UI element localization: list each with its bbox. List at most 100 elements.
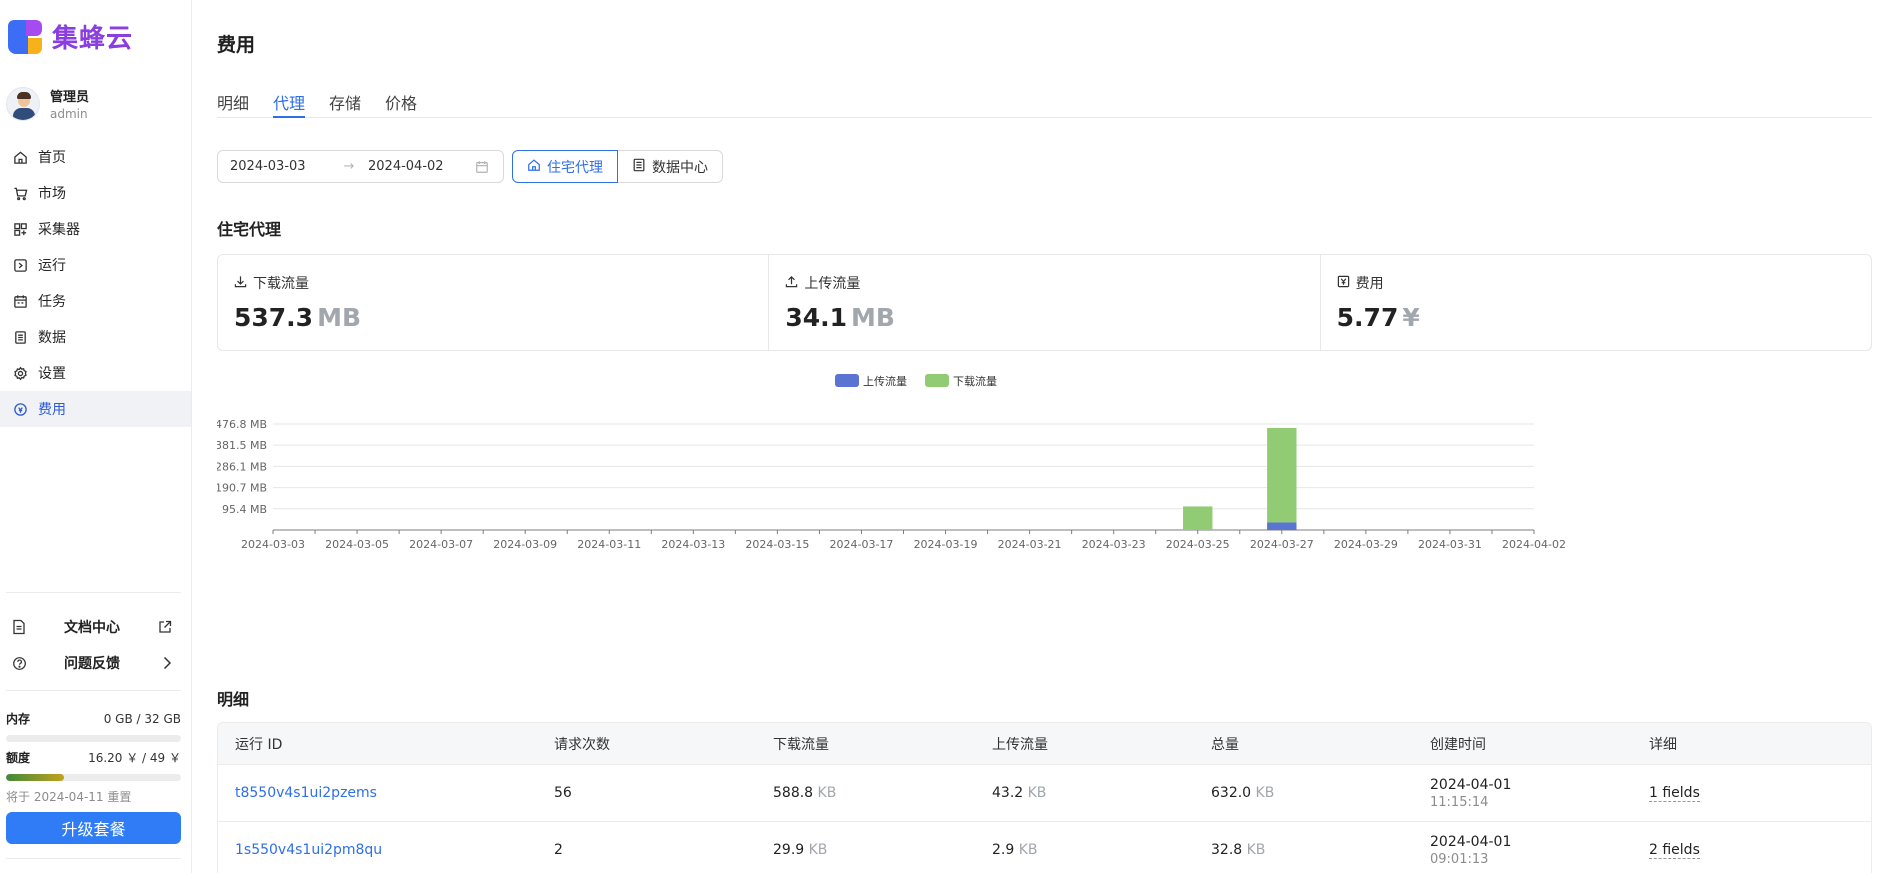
cart-icon <box>12 185 28 201</box>
memory-quota: 内存 0 GB / 32 GB <box>6 710 181 742</box>
residential-proxy-button[interactable]: 住宅代理 <box>512 150 618 183</box>
sidebar-divider <box>6 592 181 593</box>
column-header-requests: 请求次数 <box>554 736 610 753</box>
sidebar-divider <box>6 858 181 859</box>
x-tick-label: 2024-03-27 <box>1250 538 1314 551</box>
sidebar-item-market[interactable]: 市场 <box>0 175 191 211</box>
stat-label: 下载流量 <box>253 276 309 292</box>
sidebar-item-home[interactable]: 首页 <box>0 139 191 175</box>
requests-cell: 2 <box>554 842 563 858</box>
sidebar-item-collector[interactable]: 采集器 <box>0 211 191 247</box>
user-name: 管理员 <box>50 90 90 105</box>
tab-details[interactable]: 明细 <box>217 90 249 118</box>
memory-label: 内存 <box>6 712 31 726</box>
end-date-input[interactable]: 2024-04-02 <box>368 159 475 174</box>
calendar-icon <box>12 293 28 309</box>
data-icon <box>12 329 28 345</box>
y-tick-label: 476.8 MB <box>217 418 267 431</box>
user-role: admin <box>50 107 88 121</box>
created-date: 2024-04-01 <box>1430 833 1512 850</box>
stat-upload: 上传流量 34.1 MB <box>769 255 1321 350</box>
x-tick-label: 2024-03-23 <box>1082 538 1146 551</box>
datacenter-button[interactable]: 数据中心 <box>618 150 723 183</box>
feedback-link[interactable]: 问题反馈 <box>12 651 172 675</box>
traffic-chart: 95.4 MB 190.7 MB 286.1 MB 381.5 MB 476.8 MB 2… <box>215 366 1872 666</box>
proxy-type-toggle: 住宅代理 数据中心 <box>512 150 723 183</box>
details-fields-link[interactable]: 1 fields <box>1649 785 1700 802</box>
column-header-total: 总量 <box>1211 736 1239 753</box>
run-id-link[interactable]: t8550v4s1ui2pzems <box>235 785 377 801</box>
stat-value: 5.77 <box>1336 303 1399 332</box>
created-date: 2024-04-01 <box>1430 776 1512 793</box>
x-tick-label: 2024-04-02 <box>1502 538 1566 551</box>
sidebar-item-settings[interactable]: 设置 <box>0 355 191 391</box>
download-cell: 29.9 KB <box>773 842 828 858</box>
tab-bar: 明细 代理 存储 价格 <box>217 90 1872 118</box>
x-tick-label: 2024-03-19 <box>914 538 978 551</box>
brand-name: 集蜂云 <box>52 24 134 54</box>
total-cell: 32.8 KB <box>1211 842 1266 858</box>
column-header-created: 创建时间 <box>1430 736 1486 753</box>
stat-value: 34.1 <box>785 303 848 332</box>
legend-label: 上传流量 <box>863 374 907 388</box>
upload-icon <box>785 275 798 292</box>
run-icon <box>12 257 28 273</box>
x-tick-label: 2024-03-03 <box>241 538 305 551</box>
brand-logo[interactable]: 集蜂云 <box>8 18 133 55</box>
x-tick-label: 2024-03-05 <box>325 538 389 551</box>
memory-value: 0 GB / 32 GB <box>103 711 181 726</box>
avatar <box>6 86 40 121</box>
x-tick-label: 2024-03-15 <box>745 538 809 551</box>
home-icon <box>527 158 541 176</box>
upload-cell: 2.9 KB <box>992 842 1038 858</box>
user-profile[interactable]: 管理员 admin <box>6 86 89 121</box>
run-id-link[interactable]: 1s550v4s1ui2pm8qu <box>235 842 382 858</box>
column-header-details: 详细 <box>1649 736 1677 753</box>
stats-panel: 下载流量 537.3 MB 上传流量 34.1 MB 费用 5.77 ¥ <box>217 254 1872 351</box>
docs-center-link[interactable]: 文档中心 <box>12 615 172 639</box>
x-tick-label: 2024-03-11 <box>577 538 641 551</box>
app-root: 集蜂云 管理员 admin 首页 市场 采集器 运行 任务 数据 设置 费用 文… <box>0 0 1888 873</box>
sidebar-nav: 首页 市场 采集器 运行 任务 数据 设置 费用 <box>0 139 191 427</box>
legend-swatch <box>925 374 949 387</box>
arrow-right-icon: → <box>343 159 355 174</box>
collector-icon <box>12 221 28 237</box>
document-icon <box>12 619 30 635</box>
tab-storage[interactable]: 存储 <box>329 90 361 118</box>
bar <box>1267 522 1297 530</box>
details-fields-link[interactable]: 2 fields <box>1649 842 1700 859</box>
credit-label: 额度 <box>6 751 31 765</box>
sidebar-item-data[interactable]: 数据 <box>0 319 191 355</box>
x-tick-label: 2024-03-07 <box>409 538 473 551</box>
legend-label: 下载流量 <box>953 374 997 388</box>
requests-cell: 56 <box>554 785 572 801</box>
table-header: 运行 ID 请求次数 下载流量 上传流量 总量 创建时间 详细 <box>218 723 1871 765</box>
credit-value: 16.20 ￥ / 49 ￥ <box>88 751 181 765</box>
chevron-right-icon <box>156 656 172 670</box>
total-cell: 632.0 KB <box>1211 785 1275 801</box>
sidebar-item-label: 任务 <box>38 294 66 310</box>
gear-icon <box>12 365 28 381</box>
external-link-icon <box>156 620 172 634</box>
stat-unit: ¥ <box>1402 303 1420 332</box>
x-tick-label: 2024-03-09 <box>493 538 557 551</box>
sidebar-item-run[interactable]: 运行 <box>0 247 191 283</box>
stat-unit: MB <box>317 303 362 332</box>
sidebar-item-fees[interactable]: 费用 <box>0 391 191 427</box>
created-cell: 2024-04-01 11:15:14 <box>1413 777 1632 810</box>
stat-fee: 费用 5.77 ¥ <box>1321 255 1871 350</box>
upgrade-plan-button[interactable]: 升级套餐 <box>6 812 181 844</box>
tab-proxy[interactable]: 代理 <box>273 90 306 118</box>
tab-pricing[interactable]: 价格 <box>385 90 417 118</box>
sidebar-item-tasks[interactable]: 任务 <box>0 283 191 319</box>
docs-center-label: 文档中心 <box>64 620 120 636</box>
start-date-input[interactable]: 2024-03-03 <box>230 159 330 174</box>
runs-table: 运行 ID 请求次数 下载流量 上传流量 总量 创建时间 详细 t8550v4s… <box>217 722 1872 873</box>
calendar-icon <box>475 160 491 174</box>
sidebar-item-label: 采集器 <box>38 222 80 238</box>
date-range-picker[interactable]: 2024-03-03 → 2024-04-02 <box>217 150 504 183</box>
y-tick-label: 286.1 MB <box>217 460 267 473</box>
question-icon <box>12 656 30 671</box>
residential-proxy-label: 住宅代理 <box>547 159 603 176</box>
server-icon <box>632 158 646 176</box>
